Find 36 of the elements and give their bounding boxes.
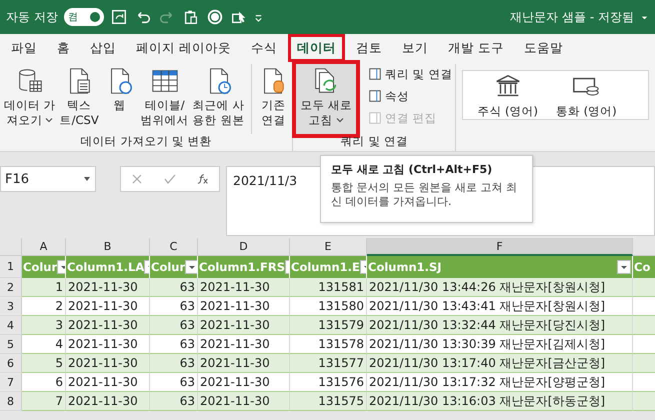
table-cell: 7 [22, 392, 66, 411]
table-header-cell: Column1.SJ [367, 256, 633, 278]
table-cell: 63 [150, 278, 198, 297]
group-label: 쿼리 및 연결 [340, 134, 408, 150]
table-cell: 131577 [290, 354, 367, 373]
table-cell: 1 [22, 278, 66, 297]
table-cell: 2021/11/30 13:32:44 재난문자[당진시청] [367, 316, 633, 335]
table-cell: 63 [150, 354, 198, 373]
group-label: 데이터 가져오기 및 변환 [80, 134, 212, 150]
table-cell: 2021-11-30 [66, 392, 150, 411]
table-cell: 2021/11/30 13:16:03 재난문자[하동군청] [367, 392, 633, 411]
table-header-cell: Colur [22, 256, 66, 278]
table-cell: 2021-11-30 [66, 278, 150, 297]
table-header-cell: Colur [150, 256, 198, 278]
table-header-cell: Column1.E [290, 256, 367, 278]
table-cell: 2021-11-30 [66, 354, 150, 373]
tooltip-text: 통합 문서의 모든 원본을 새로 고쳐 최신 데이터를 가져옵니다. [331, 181, 518, 209]
table-cell: 131579 [290, 316, 367, 335]
table-cell: 2021-11-30 [198, 278, 290, 297]
table-header-cell: Column1.FRS [198, 256, 290, 278]
table-cell: 2021/11/30 13:44:26 재난문자[창원시청] [367, 278, 633, 297]
table-cell: 131575 [290, 392, 367, 411]
table-cell: 63 [150, 392, 198, 411]
table-cell: 2021-11-30 [66, 316, 150, 335]
table-cell: 2021-11-30 [198, 354, 290, 373]
table-cell: 3 [22, 316, 66, 335]
table-cell: 2021-11-30 [198, 392, 290, 411]
table-cell: 2021/11/30 13:17:40 재난문자[금산군청] [367, 354, 633, 373]
table-header-cell: Co [633, 256, 655, 278]
table-header-cell: Column1.LA [66, 256, 150, 278]
table-cell: 131581 [290, 278, 367, 297]
autosave-label: 자동 저장 [6, 8, 58, 26]
tooltip-title: 모두 새로 고침 (Ctrl+Alt+F5) [331, 162, 494, 177]
table-cell: 63 [150, 316, 198, 335]
table-cell: 5 [22, 354, 66, 373]
table-cell: 2021-11-30 [198, 316, 290, 335]
